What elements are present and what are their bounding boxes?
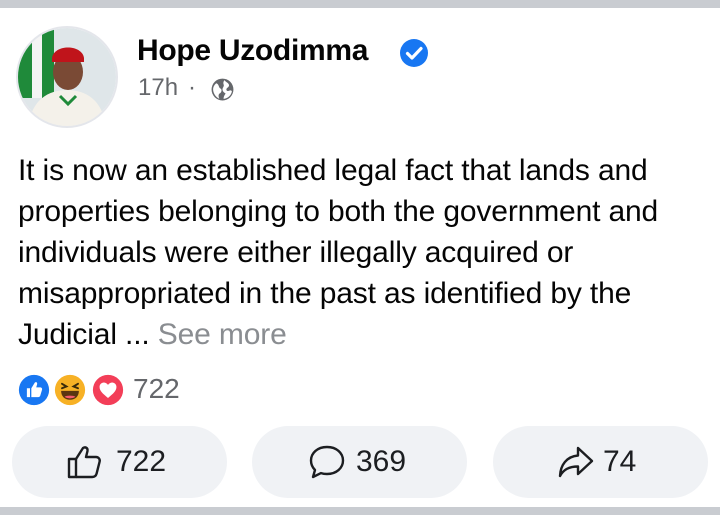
love-icon [90, 372, 126, 408]
comment-button[interactable]: 369 [252, 426, 467, 498]
post-text: It is now an established legal fact that… [18, 150, 708, 355]
author-name[interactable]: Hope Uzodimma [137, 34, 368, 68]
like-button[interactable]: 722 [12, 426, 227, 498]
verified-badge-icon [400, 39, 428, 67]
like-icon [16, 372, 52, 408]
comment-icon [309, 445, 345, 479]
post-meta: 17h · [138, 74, 204, 102]
see-more-link[interactable]: See more [158, 318, 287, 351]
author-avatar[interactable] [16, 26, 118, 128]
like-count: 722 [116, 445, 167, 478]
globe-icon[interactable] [210, 77, 235, 102]
haha-icon [52, 372, 88, 408]
share-count: 74 [603, 445, 637, 478]
post-body: It is now an established legal fact that… [18, 154, 659, 351]
share-icon [558, 446, 594, 478]
comment-count: 369 [356, 445, 407, 478]
avatar-photo [18, 28, 116, 126]
meta-separator: · [188, 74, 197, 101]
reaction-count[interactable]: 722 [133, 373, 180, 405]
bottom-divider [0, 507, 720, 515]
share-button[interactable]: 74 [493, 426, 708, 498]
post-time[interactable]: 17h [138, 74, 178, 101]
top-divider [0, 0, 720, 8]
thumbs-up-icon [67, 446, 101, 479]
